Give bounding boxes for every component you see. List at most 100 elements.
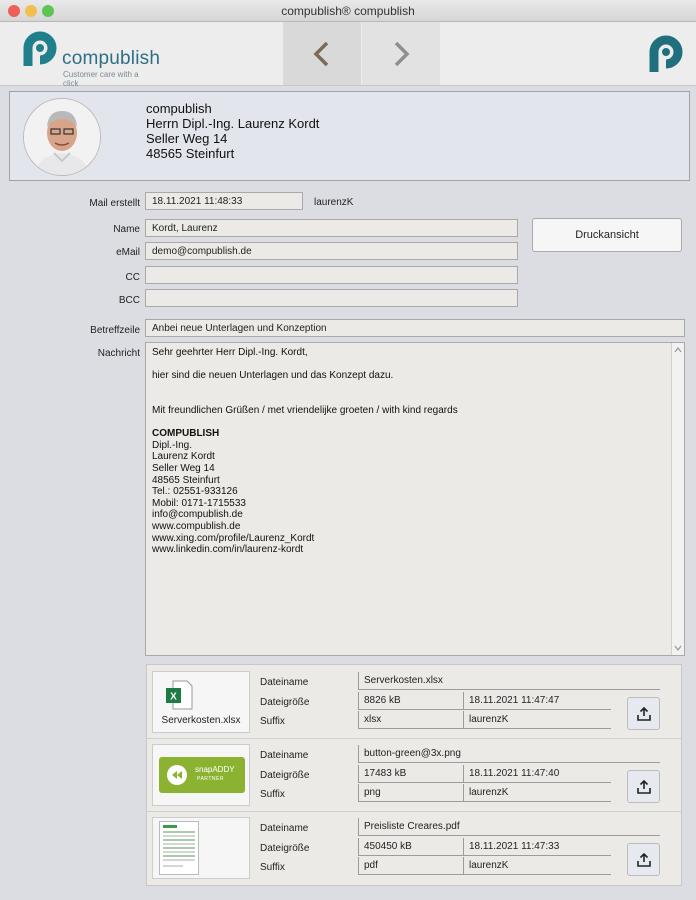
filesize-label: Dateigröße: [260, 843, 310, 854]
attachment-suffix: pdf: [358, 857, 463, 875]
message-line: www.xing.com/profile/Laurenz_Kordt: [152, 532, 315, 544]
contact-company: compublish: [146, 101, 212, 116]
attachment-size: 450450 kB: [358, 838, 463, 856]
export-attachment-button[interactable]: [627, 697, 660, 730]
name-field[interactable]: Kordt, Laurenz: [145, 219, 518, 237]
contact-street: Seller Weg 14: [146, 131, 228, 146]
message-line: Mit freundlichen Grüßen / met vriendelij…: [152, 404, 458, 416]
subject-field[interactable]: Anbei neue Unterlagen und Konzeption: [145, 319, 685, 337]
email-label: eMail: [116, 247, 140, 258]
contact-city: 48565 Steinfurt: [146, 146, 235, 161]
attachment-suffix: png: [358, 784, 463, 802]
window-titlebar: compublish® compublish: [0, 0, 696, 22]
contact-salutation: Herrn Dipl.-Ing. Laurenz Kordt: [146, 116, 320, 131]
subject-label: Betreffzeile: [90, 325, 140, 336]
cc-label: CC: [125, 272, 140, 283]
message-line: info@compublish.de: [152, 509, 243, 521]
svg-text:X: X: [170, 692, 177, 703]
pdf-preview-icon: [159, 821, 199, 875]
person-photo-icon: [24, 99, 100, 175]
contact-header: compublish Herrn Dipl.-Ing. Laurenz Kord…: [9, 91, 690, 181]
attachment-filename: button-green@3x.png: [358, 745, 660, 763]
attachment-user: laurenzK: [463, 857, 611, 875]
badge-title: snapADDY: [195, 765, 235, 774]
avatar: [23, 98, 101, 176]
scroll-up-icon[interactable]: [672, 345, 684, 355]
share-upload-icon: [636, 779, 651, 794]
email-field[interactable]: demo@compublish.de: [145, 242, 518, 260]
attachment-date: 18.11.2021 11:47:33: [463, 838, 611, 856]
logo-mark-icon: [23, 31, 57, 66]
attachment-suffix: xlsx: [358, 711, 463, 729]
message-line: Tel.: 02551-933126: [152, 486, 238, 498]
share-upload-icon: [636, 852, 651, 867]
suffix-label: Suffix: [260, 789, 285, 800]
snapaddy-badge: snapADDY PARTNER: [159, 757, 245, 793]
attachment-thumbnail[interactable]: snapADDY PARTNER: [152, 744, 250, 806]
message-line: [152, 359, 678, 371]
logo-subtitle: Customer care with a click: [63, 70, 139, 88]
message-line: COMPUBLISH: [152, 428, 220, 440]
window-title: compublish® compublish: [281, 4, 415, 18]
message-line: Dipl.-Ing.: [152, 439, 193, 451]
compublish-logo: compublish Customer care with a click: [14, 26, 160, 88]
excel-file-icon: X: [166, 680, 193, 710]
message-label: Nachricht: [97, 348, 140, 359]
message-line: Seller Weg 14: [152, 462, 215, 474]
back-button[interactable]: [283, 22, 361, 85]
message-line: [152, 393, 678, 405]
message-line: [152, 382, 678, 394]
filename-label: Dateiname: [260, 823, 309, 834]
badge-subtitle: PARTNER: [197, 776, 224, 782]
message-line: Mobil: 0171-1715533: [152, 497, 246, 509]
name-label: Name: [113, 224, 140, 235]
attachment-filename: Preisliste Creares.pdf: [358, 818, 660, 836]
attachment-thumbnail[interactable]: [152, 817, 250, 879]
attachment-user: laurenzK: [463, 711, 611, 729]
suffix-label: Suffix: [260, 862, 285, 873]
logo-text: compublish: [62, 48, 161, 69]
attachment-user: laurenzK: [463, 784, 611, 802]
message-line: Laurenz Kordt: [152, 451, 215, 463]
scroll-down-icon[interactable]: [672, 643, 684, 653]
chevron-left-icon: [313, 41, 329, 66]
suffix-label: Suffix: [260, 716, 285, 727]
message-line: 48565 Steinfurt: [152, 474, 220, 486]
attachment-row: snapADDY PARTNER Dateiname Dateigröße Su…: [147, 738, 681, 812]
logo-mark-right-icon: [649, 35, 683, 72]
forward-button[interactable]: [362, 22, 440, 85]
message-scrollbar[interactable]: [671, 343, 684, 655]
message-line: www.compublish.de: [152, 520, 241, 532]
attachment-row: Dateiname Dateigröße Suffix Preisliste C…: [147, 811, 681, 884]
export-attachment-button[interactable]: [627, 770, 660, 803]
attachment-filename: Serverkosten.xlsx: [358, 672, 660, 690]
share-upload-icon: [636, 706, 651, 721]
attachments-list: X Serverkosten.xlsx Dateiname Dateigröße…: [146, 664, 682, 886]
filesize-label: Dateigröße: [260, 770, 310, 781]
created-field: 18.11.2021 11:48:33: [145, 192, 303, 210]
attachment-row: X Serverkosten.xlsx Dateiname Dateigröße…: [147, 665, 681, 739]
message-line: www.linkedin.com/in/laurenz-kordt: [152, 544, 304, 556]
filesize-label: Dateigröße: [260, 697, 310, 708]
cc-field[interactable]: [145, 266, 518, 284]
toolbar: compublish Customer care with a click: [0, 22, 696, 88]
message-textarea[interactable]: Sehr geehrter Herr Dipl.-Ing. Kordt, hie…: [145, 342, 685, 656]
filename-label: Dateiname: [260, 677, 309, 688]
message-line: Sehr geehrter Herr Dipl.-Ing. Kordt,: [152, 347, 308, 358]
attachment-size: 17483 kB: [358, 765, 463, 783]
export-attachment-button[interactable]: [627, 843, 660, 876]
attachment-date: 18.11.2021 11:47:47: [463, 692, 611, 710]
snapaddy-logo-icon: [167, 765, 187, 785]
attachment-thumb-caption: Serverkosten.xlsx: [161, 715, 241, 726]
print-preview-button[interactable]: Druckansicht: [532, 218, 682, 252]
attachment-size: 8826 kB: [358, 692, 463, 710]
chevron-right-icon: [394, 41, 410, 66]
bcc-label: BCC: [118, 295, 140, 306]
attachment-thumbnail[interactable]: X Serverkosten.xlsx: [152, 671, 250, 733]
created-by: laurenzK: [314, 197, 354, 208]
contact-address: compublish Herrn Dipl.-Ing. Laurenz Kord…: [146, 101, 319, 161]
attachment-date: 18.11.2021 11:47:40: [463, 765, 611, 783]
filename-label: Dateiname: [260, 750, 309, 761]
message-line: hier sind die neuen Unterlagen und das K…: [152, 370, 394, 382]
bcc-field[interactable]: [145, 289, 518, 307]
